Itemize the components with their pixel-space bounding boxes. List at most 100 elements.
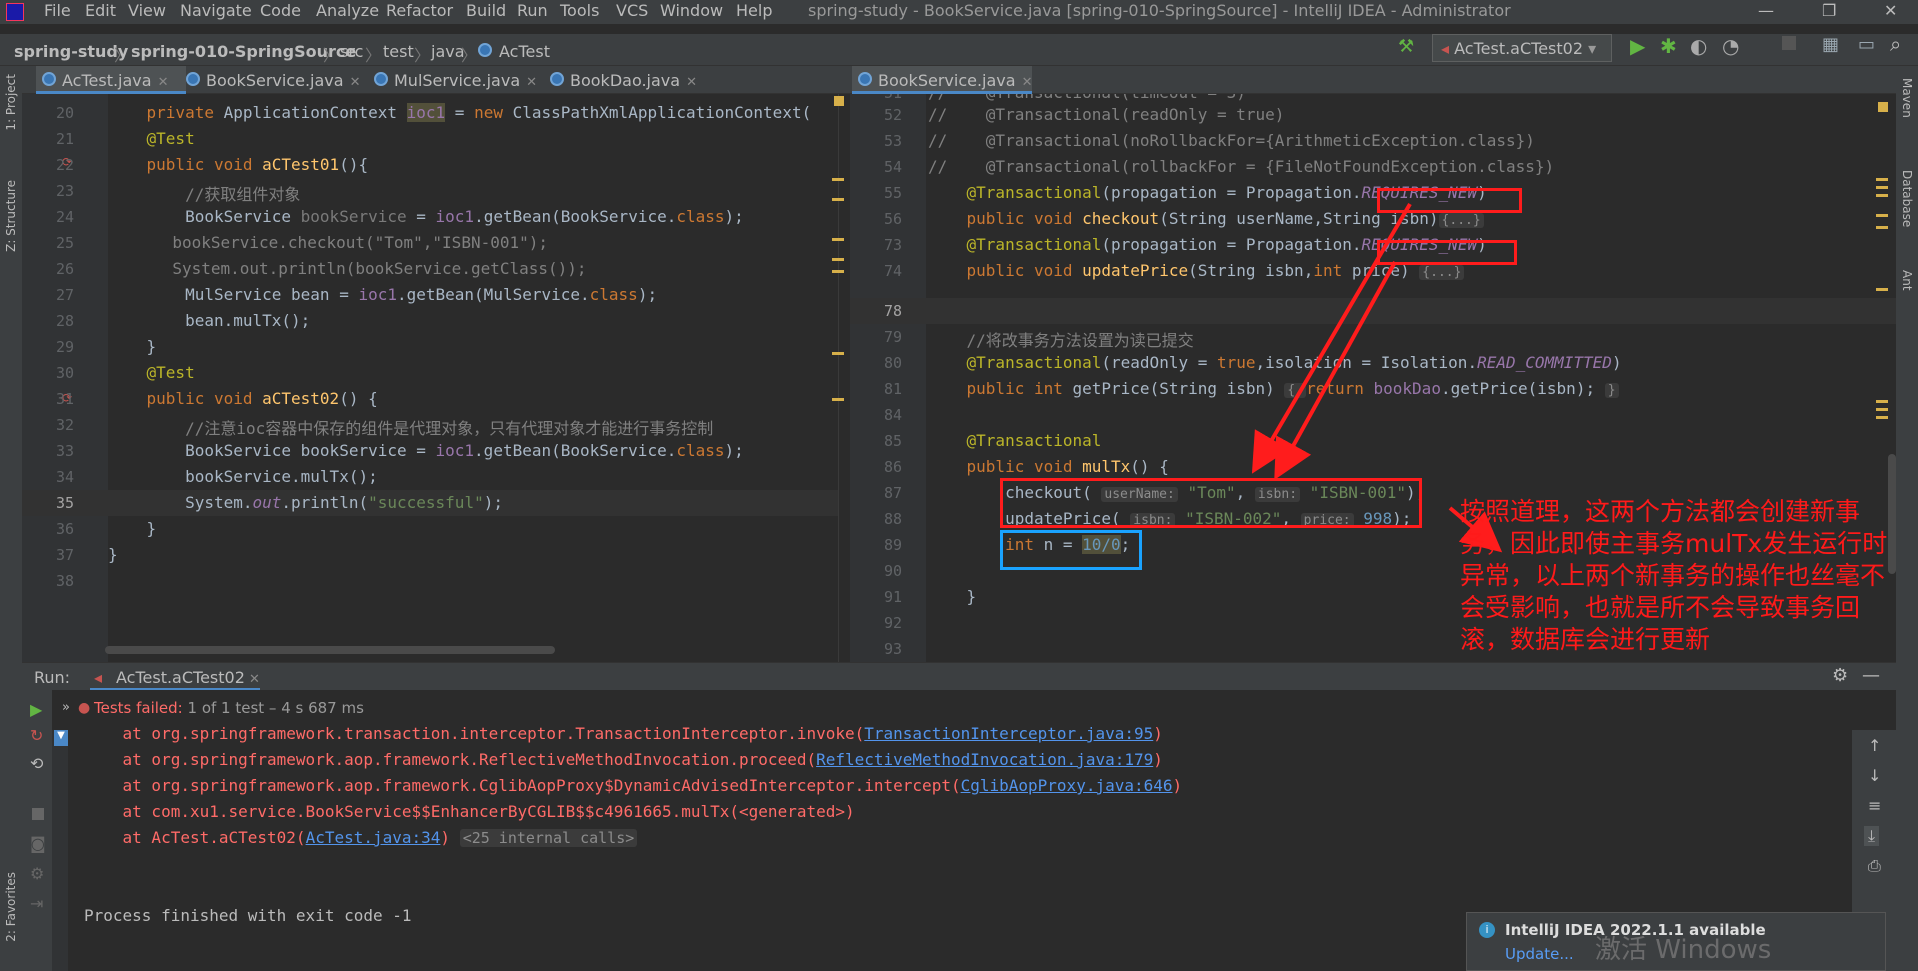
tab-bookdao[interactable]: BookDao.java ✕: [544, 66, 704, 94]
rerun-icon[interactable]: ▶: [30, 700, 42, 719]
restore-icon[interactable]: ❐: [1822, 1, 1836, 20]
tab-bookservice-left[interactable]: BookService.java ✕: [180, 66, 360, 94]
right-editor[interactable]: 51 52 53 54 55 56 73 74 78 79 80 81 84 8…: [850, 94, 1896, 662]
maven-tool-button[interactable]: Maven: [1900, 78, 1914, 118]
trace-link-1[interactable]: TransactionInterceptor.java:95: [864, 724, 1153, 743]
run-icon[interactable]: ▶: [1630, 34, 1645, 58]
layout-icon[interactable]: ▭: [1858, 34, 1875, 55]
trace-line-5: at AcTest.aCTest02(AcTest.java:34) <25 i…: [84, 828, 638, 847]
breadcrumb-test[interactable]: test: [383, 42, 414, 61]
left-code: private ApplicationContext ioc1 = new Cl…: [108, 94, 832, 654]
profile-icon[interactable]: ◔: [1722, 34, 1739, 58]
filter-icon[interactable]: ▼: [54, 730, 68, 746]
code-line-27: MulService bean = ioc1.getBean(MulServic…: [108, 285, 658, 304]
update-notification[interactable]: i IntelliJ IDEA 2022.1.1 available Updat…: [1466, 912, 1886, 971]
database-tool-button[interactable]: Database: [1900, 170, 1914, 227]
code-line-22: public void aCTest01(){: [108, 155, 369, 174]
menu-build[interactable]: Build: [466, 1, 506, 20]
window-title: spring-study - BookService.java [spring-…: [808, 1, 1511, 20]
code-line-36: }: [108, 519, 157, 538]
menu-file[interactable]: File: [44, 1, 71, 20]
class-icon: [478, 43, 492, 57]
ant-tool-button[interactable]: Ant: [1900, 270, 1914, 291]
close-icon[interactable]: ✕: [1884, 1, 1897, 20]
code-line-30: @Test: [108, 363, 195, 382]
failed-status-icon: ●: [78, 700, 91, 716]
breadcrumb-actest[interactable]: AcTest: [499, 42, 550, 61]
code-line-33: BookService bookService = ioc1.getBean(B…: [108, 441, 744, 460]
code-line-24: BookService bookService = ioc1.getBean(B…: [108, 207, 744, 226]
debug-icon[interactable]: ✱: [1660, 34, 1677, 58]
settings-gear-icon[interactable]: ⚙: [1832, 665, 1848, 686]
print-icon[interactable]: ⎙: [1868, 856, 1881, 876]
trace-line-2: at org.springframework.aop.framework.Ref…: [84, 750, 1163, 769]
menu-vcs[interactable]: VCS: [616, 1, 648, 20]
code-line-25: // bookService.checkout("Tom","ISBN-001"…: [108, 233, 549, 252]
menu-bar: File Edit View Navigate Code Analyze Ref…: [0, 0, 1918, 24]
code-line-37: }: [108, 545, 118, 564]
structure-tool-button[interactable]: Z: Structure: [4, 180, 18, 252]
menu-run[interactable]: Run: [517, 1, 548, 20]
up-arrow-icon[interactable]: ↑: [1868, 736, 1881, 755]
menu-refactor[interactable]: Refactor: [386, 1, 453, 20]
trace-link-5[interactable]: AcTest.java:34: [306, 828, 441, 847]
tab-mulservice[interactable]: MulService.java ✕: [368, 66, 538, 94]
scroll-to-end-icon[interactable]: ⤓: [1864, 826, 1880, 846]
expand-icon[interactable]: »: [62, 700, 70, 715]
run-config-select[interactable]: ◂ AcTest.aCTest02 ▾: [1432, 34, 1612, 62]
windows-activation-watermark: 激活 Windows: [1595, 935, 1772, 965]
rerun-failed-icon[interactable]: ↻: [30, 726, 43, 745]
menu-window[interactable]: Window: [660, 1, 723, 20]
code-line-32: //注意ioc容器中保存的组件是代理对象，只有代理对象才能进行事务控制: [108, 419, 714, 438]
stop-run-icon[interactable]: [32, 808, 44, 820]
code-line-34: bookService.mulTx();: [108, 467, 378, 486]
run-label: Run:: [34, 668, 71, 687]
favorites-tool-button[interactable]: 2: Favorites: [4, 872, 18, 942]
warning-indicator-icon: [834, 96, 844, 106]
run-tab[interactable]: ◂ AcTest.aCTest02 ✕: [90, 663, 260, 691]
build-hammer-icon[interactable]: ⚒: [1398, 36, 1414, 57]
breadcrumb-java[interactable]: java: [431, 42, 465, 61]
exit-message: Process finished with exit code -1: [84, 906, 412, 925]
menu-edit[interactable]: Edit: [85, 1, 116, 20]
down-arrow-icon[interactable]: ↓: [1868, 766, 1881, 785]
left-editor[interactable]: ⟳ ⟳ 20 21 22 23 24 25 26 27 28 29 30 31 …: [22, 94, 850, 662]
code-line-21: @Test: [108, 129, 195, 148]
search-icon[interactable]: ⌕: [1890, 32, 1901, 56]
trace-link-3[interactable]: CglibAopProxy.java:646: [961, 776, 1173, 795]
intellij-logo-icon: [6, 3, 24, 21]
trace-line-4: at com.xu1.service.BookService$$Enhancer…: [84, 802, 855, 821]
menu-navigate[interactable]: Navigate: [180, 1, 252, 20]
toggle-autotest-icon[interactable]: ⟲: [30, 754, 43, 773]
soft-wrap-icon[interactable]: ≡: [1868, 796, 1881, 815]
annotation-note: 按照道理，这两个方法都会创建新事务，因此即使主事务mulTx发生运行时异常，以上…: [1460, 497, 1888, 654]
tab-bookservice-right[interactable]: BookService.java ✕: [852, 66, 1032, 94]
exit-icon[interactable]: ⇥: [30, 894, 43, 913]
minimize-icon[interactable]: —: [1758, 1, 1774, 20]
tab-actest[interactable]: AcTest.java ✕: [36, 66, 186, 94]
hide-panel-icon[interactable]: —: [1862, 665, 1880, 686]
menu-view[interactable]: View: [128, 1, 166, 20]
test-config-icon: ◂: [1441, 39, 1455, 58]
right-tool-strip: Maven Database Ant: [1896, 66, 1918, 971]
debug-settings-icon[interactable]: ⚙: [30, 864, 44, 883]
project-structure-icon[interactable]: ▦: [1822, 34, 1839, 55]
coverage-icon[interactable]: ◐: [1690, 34, 1707, 58]
code-line-23: //获取组件对象: [108, 185, 301, 204]
menu-code[interactable]: Code: [260, 1, 301, 20]
project-tool-button[interactable]: 1: Project: [4, 74, 18, 131]
trace-link-2[interactable]: ReflectiveMethodInvocation.java:179: [816, 750, 1153, 769]
internal-calls-fold[interactable]: <25 internal calls>: [459, 829, 638, 847]
run-toolwindow-header: Run: ◂ AcTest.aCTest02 ✕ ⚙ —: [22, 662, 1896, 691]
code-line-26: // System.out.println(bookService.getCla…: [108, 259, 587, 278]
stop-icon[interactable]: [1782, 36, 1796, 50]
menu-analyze[interactable]: Analyze: [316, 1, 379, 20]
breadcrumb-src[interactable]: src: [340, 42, 363, 61]
menu-help[interactable]: Help: [736, 1, 772, 20]
update-link[interactable]: Update...: [1505, 945, 1574, 963]
left-editor-tabs: AcTest.java ✕ BookService.java ✕ MulServic…: [22, 66, 850, 94]
breadcrumb-project[interactable]: spring-study: [14, 42, 128, 61]
code-line-28: bean.mulTx();: [108, 311, 311, 330]
camera-icon[interactable]: ◙: [30, 834, 46, 853]
menu-tools[interactable]: Tools: [560, 1, 599, 20]
